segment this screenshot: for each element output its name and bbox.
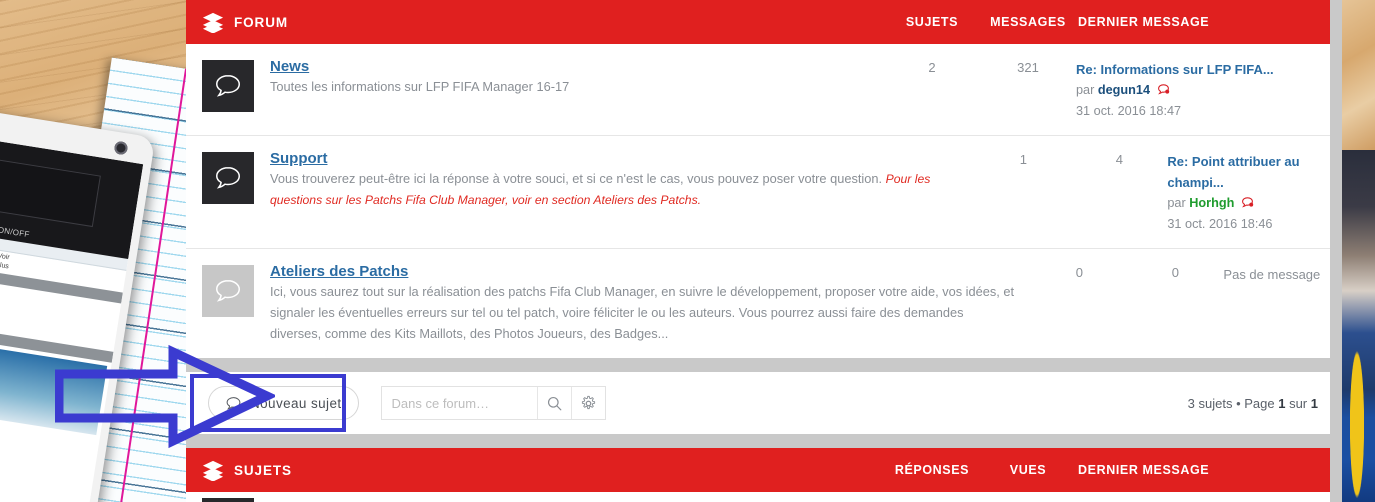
column-header-topics-last-post: DERNIER MESSAGE (1078, 463, 1210, 478)
last-post-date: 31 oct. 2016 18:46 (1167, 216, 1273, 231)
pagination-total-pages: 1 (1310, 395, 1318, 411)
column-header-last-post: DERNIER MESSAGE (1078, 15, 1210, 29)
forum-row-main: Support Vous trouverez peut-être ici la … (270, 150, 975, 210)
topic-row-partial[interactable] (186, 492, 1338, 502)
search-icon (546, 395, 563, 412)
background-desk-photo: ? FAQ Members ON/OFF nouveaux messages •… (0, 0, 186, 502)
forum-topics-count: 2 (928, 60, 936, 75)
forum-posts-count: 4 (1115, 152, 1123, 168)
topic-views-fragment (1226, 498, 1322, 502)
search-input[interactable] (381, 387, 537, 420)
last-post-author-line: par Horhgh (1167, 196, 1254, 210)
forum-description: Toutes les informations sur LFP FIFA Man… (270, 77, 870, 98)
speech-bubble-icon (202, 265, 254, 318)
stack-icon (202, 11, 224, 33)
forum-description: Ici, vous saurez tout sur la réalisation… (270, 282, 1017, 344)
gear-icon (580, 395, 597, 412)
forum-row-news[interactable]: News Toutes les informations sur LFP FIF… (186, 44, 1338, 137)
last-post-title-link[interactable]: Re: Point attribuer au champi... (1167, 151, 1324, 193)
forum-title-link[interactable]: Support (270, 150, 328, 167)
new-topic-button[interactable]: Nouveau sujet (208, 386, 359, 421)
new-topic-label: Nouveau sujet (250, 395, 342, 411)
forum-column-headers: SUJETS MESSAGES DERNIER MESSAGE (884, 15, 1324, 29)
column-header-replies: RÉPONSES (894, 463, 970, 478)
forum-title-link[interactable]: News (270, 58, 309, 75)
stack-icon (202, 459, 224, 482)
search-button[interactable] (536, 387, 571, 420)
forum-toolbar: Nouveau sujet Dans ce forum… 3 sujets • … (186, 372, 1338, 435)
forum-list-panel: News Toutes les informations sur LFP FIF… (186, 44, 1338, 359)
last-post-by-prefix: par (1076, 83, 1095, 98)
last-post-author-line: par degun14 (1076, 83, 1170, 97)
topics-section-header: SUJETS RÉPONSES VUES DERNIER MESSAGE (186, 448, 1338, 493)
forum-row-support[interactable]: Support Vous trouverez peut-être ici la … (186, 136, 1338, 250)
pagination-middle: sur (1285, 395, 1311, 411)
topic-partial-columns (1130, 498, 1322, 502)
forum-row-main: Ateliers des Patchs Ici, vous saurez tou… (270, 263, 1031, 344)
forum-description-text: Ici, vous saurez tout sur la réalisation… (270, 284, 1015, 341)
speech-bubble-icon (202, 152, 254, 205)
forum-row-main: News Toutes les informations sur LFP FIF… (270, 58, 884, 97)
pagination-prefix: 3 sujets • Page (1187, 395, 1279, 411)
forum-search-group (380, 386, 606, 421)
last-post-date: 31 oct. 2016 18:47 (1076, 103, 1182, 118)
forum-title-link[interactable]: Ateliers des Patchs (270, 263, 408, 280)
forum-row-ateliers-des-patchs[interactable]: Ateliers des Patchs Ici, vous saurez tou… (186, 249, 1338, 358)
column-header-posts: MESSAGES (990, 15, 1066, 29)
forum-section-header: FORUM SUJETS MESSAGES DERNIER MESSAGE (186, 0, 1338, 44)
forum-topics-count: 0 (1075, 265, 1084, 281)
forum-last-post: Pas de message (1223, 263, 1324, 286)
tablet-screen-pitch-graphic (0, 156, 101, 228)
tablet-camera (113, 140, 129, 156)
topic-replies-fragment (1130, 498, 1226, 502)
forum-posts-count: 0 (1171, 265, 1180, 281)
forum-section-title: FORUM (234, 14, 288, 30)
forum-description: Vous trouverez peut-être ici la réponse … (270, 169, 961, 211)
topic-icon (202, 498, 254, 502)
goto-last-post-icon[interactable] (1241, 196, 1254, 209)
topics-section-title: SUJETS (234, 462, 292, 478)
pagination-info: 3 sujets • Page 1 sur 1 (1188, 396, 1324, 411)
forum-description-text: Vous trouverez peut-être ici la réponse … (270, 170, 886, 186)
section-gap (186, 358, 1338, 373)
section-gap-2 (186, 434, 1338, 449)
forum-content-column: FORUM SUJETS MESSAGES DERNIER MESSAGE Ne… (186, 0, 1338, 502)
column-header-views: VUES (1009, 463, 1047, 478)
speech-bubble-icon (225, 395, 242, 412)
forum-last-post: Re: Informations sur LFP FIFA... par deg… (1076, 58, 1324, 121)
forum-topics-count: 1 (1019, 152, 1027, 168)
search-settings-button[interactable] (570, 387, 605, 420)
last-post-title-link[interactable]: Re: Informations sur LFP FIFA... (1076, 59, 1324, 80)
goto-last-post-icon[interactable] (1157, 83, 1170, 96)
right-gutter (1330, 0, 1342, 502)
tablet-screen-nav: ? FAQ Members ON/OFF (0, 215, 31, 240)
column-header-topics: SUJETS (905, 15, 959, 29)
last-post-author[interactable]: degun14 (1098, 83, 1150, 97)
last-post-author[interactable]: Horhgh (1189, 196, 1234, 210)
background-right-photo (1330, 0, 1375, 502)
forum-description-text: Toutes les informations sur LFP FIFA Man… (270, 78, 570, 94)
no-message-label: Pas de message (1223, 267, 1321, 283)
last-post-by-prefix: par (1167, 196, 1186, 211)
forum-last-post: Re: Point attribuer au champi... par Hor… (1167, 150, 1324, 234)
forum-posts-count: 321 (1017, 60, 1039, 75)
speech-bubble-icon (202, 60, 254, 112)
topics-column-headers: RÉPONSES VUES DERNIER MESSAGE (884, 463, 1324, 477)
